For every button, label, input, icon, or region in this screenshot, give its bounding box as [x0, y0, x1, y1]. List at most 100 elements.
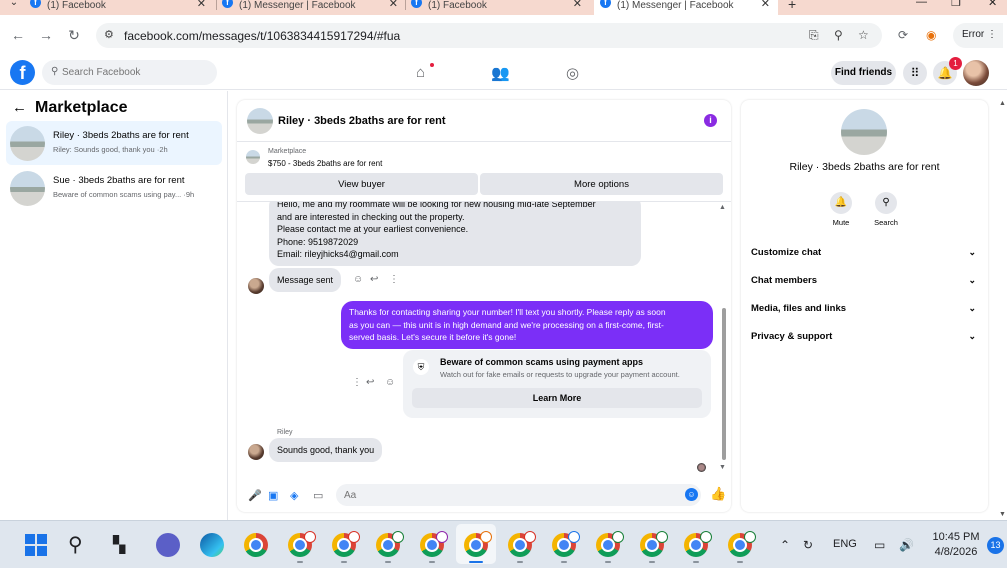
- listing-avatar[interactable]: [841, 109, 887, 155]
- more-options-button[interactable]: More options: [480, 173, 723, 195]
- scroll-down-arrow-icon[interactable]: ▼: [999, 511, 1006, 518]
- react-icon[interactable]: ☺: [353, 274, 363, 285]
- message-list[interactable]: Hello, me and my roommate will be lookin…: [237, 202, 731, 480]
- window-close-icon[interactable]: ✕: [988, 0, 997, 9]
- new-tab-icon[interactable]: +: [788, 0, 796, 12]
- chat-avatar[interactable]: [247, 108, 273, 134]
- menu-grid-icon[interactable]: ⠿: [903, 61, 927, 85]
- mute-action[interactable]: 🔔 Mute: [821, 192, 861, 227]
- show-hidden-icons-chevron-icon[interactable]: ⌃: [780, 538, 790, 552]
- info-icon[interactable]: i: [704, 114, 717, 127]
- search-action[interactable]: ⚲ Search: [866, 192, 906, 227]
- photo-icon[interactable]: ▣: [268, 489, 278, 502]
- tab-search-chevron-icon[interactable]: ⌄: [6, 0, 22, 13]
- task-view-icon[interactable]: ▚: [113, 535, 125, 555]
- chrome-profile-icon[interactable]: [420, 531, 448, 557]
- find-friends-button[interactable]: Find friends: [831, 61, 896, 85]
- account-avatar[interactable]: [963, 60, 989, 86]
- system-clock[interactable]: 10:45 PM 4/8/2026: [928, 530, 984, 560]
- chrome-profile-icon[interactable]: [640, 531, 668, 557]
- react-icon[interactable]: ☺: [385, 377, 395, 388]
- profile-icon[interactable]: ◉: [926, 28, 936, 42]
- groups-icon[interactable]: ◎: [566, 64, 579, 82]
- windows-start-icon[interactable]: [25, 534, 47, 556]
- facebook-search[interactable]: ⚲: [42, 60, 217, 85]
- facebook-search-input[interactable]: [62, 64, 212, 81]
- extension-icon[interactable]: ⟳: [898, 28, 908, 42]
- zoom-icon[interactable]: ⚲: [834, 28, 843, 42]
- conversation-item-riley[interactable]: Riley · 3beds 2baths are for rent Riley:…: [6, 121, 222, 165]
- thumbs-up-icon[interactable]: 👍: [710, 486, 726, 502]
- scroll-up-arrow-icon[interactable]: ▲: [719, 204, 726, 211]
- browser-tab-3[interactable]: f (1) Facebook ✕: [411, 0, 586, 15]
- reply-icon[interactable]: ↩: [366, 377, 374, 388]
- star-icon[interactable]: ☆: [858, 28, 869, 42]
- error-button[interactable]: Error ⋮: [953, 23, 1003, 48]
- chrome-profile-icon[interactable]: [508, 531, 536, 557]
- close-icon[interactable]: ✕: [761, 0, 770, 10]
- conversation-item-sue[interactable]: Sue · 3beds 2baths are for rent Beware o…: [6, 166, 222, 210]
- customize-chat-row[interactable]: Customize chat ⌄: [751, 247, 978, 267]
- chrome-profile-icon[interactable]: [376, 531, 404, 557]
- chrome-profile-icon[interactable]: [288, 531, 316, 557]
- microphone-icon[interactable]: 🎤: [248, 489, 262, 502]
- browser-tab-2[interactable]: f (1) Messenger | Facebook ✕: [222, 0, 402, 15]
- home-icon[interactable]: ⌂: [416, 64, 425, 81]
- chrome-icon[interactable]: [244, 533, 268, 557]
- close-icon[interactable]: ✕: [389, 0, 398, 10]
- reload-icon[interactable]: ↻: [66, 27, 82, 44]
- url-text[interactable]: facebook.com/messages/t/1063834415917294…: [124, 29, 400, 43]
- omnibox[interactable]: ⚙ facebook.com/messages/t/10638344159172…: [96, 23, 882, 48]
- emoji-icon[interactable]: ☺: [685, 488, 698, 501]
- media-files-links-row[interactable]: Media, files and links ⌄: [751, 303, 978, 323]
- reply-icon[interactable]: ↩: [370, 274, 378, 285]
- scroll-up-arrow-icon[interactable]: ▲: [999, 100, 1006, 107]
- sticker-icon[interactable]: ◈: [290, 489, 298, 502]
- gif-icon[interactable]: ▭: [313, 489, 323, 502]
- browser-tab-1[interactable]: f (1) Facebook ✕: [30, 0, 210, 15]
- chrome-profile-icon[interactable]: [552, 531, 580, 557]
- chat-title[interactable]: Riley · 3beds 2baths are for rent: [278, 115, 446, 127]
- page-scrollbar[interactable]: ▲ ▼: [999, 100, 1007, 520]
- facebook-logo[interactable]: f: [10, 60, 35, 85]
- minimize-icon[interactable]: —: [916, 0, 927, 8]
- scroll-down-arrow-icon[interactable]: ▼: [719, 464, 726, 471]
- chat-members-row[interactable]: Chat members ⌄: [751, 275, 978, 295]
- teams-icon[interactable]: [156, 533, 180, 557]
- browser-tab-4-active[interactable]: f (1) Messenger | Facebook ✕: [594, 0, 778, 15]
- friends-icon[interactable]: 👥: [491, 64, 510, 82]
- chrome-profile-icon[interactable]: [464, 531, 492, 557]
- back-arrow-icon[interactable]: ←: [12, 99, 27, 116]
- riley-avatar[interactable]: [248, 444, 264, 460]
- view-buyer-button[interactable]: View buyer: [245, 173, 478, 195]
- site-settings-icon[interactable]: ⚙: [104, 28, 114, 41]
- sync-icon[interactable]: ↻: [803, 538, 813, 552]
- language-indicator[interactable]: ENG: [833, 538, 857, 550]
- incoming-message: Hello, me and my roommate will be lookin…: [269, 202, 641, 266]
- forward-icon[interactable]: →: [38, 27, 54, 43]
- chrome-profile-icon[interactable]: [332, 531, 360, 557]
- display-icon[interactable]: ▭: [874, 538, 885, 552]
- close-icon[interactable]: ✕: [573, 0, 582, 10]
- learn-more-button[interactable]: Learn More: [412, 388, 702, 408]
- notification-center-badge[interactable]: 13: [987, 537, 1004, 554]
- search-icon[interactable]: ⚲: [68, 532, 83, 557]
- restore-icon[interactable]: ❐: [951, 0, 961, 9]
- message-scrollbar[interactable]: [722, 308, 726, 460]
- facebook-top-bar: f ⚲ ⌂ 👥 ◎ Find friends ⠿ 🔔 1: [0, 56, 1007, 90]
- privacy-support-row[interactable]: Privacy & support ⌄: [751, 331, 978, 351]
- riley-avatar[interactable]: [248, 278, 264, 294]
- close-icon[interactable]: ✕: [197, 0, 206, 10]
- back-icon[interactable]: ←: [10, 27, 26, 43]
- volume-icon[interactable]: 🔊: [899, 538, 914, 552]
- chrome-profile-icon[interactable]: [596, 531, 624, 557]
- chrome-profile-icon[interactable]: [684, 531, 712, 557]
- message-input[interactable]: [336, 484, 701, 506]
- more-icon[interactable]: ⋮: [389, 274, 399, 285]
- edge-icon[interactable]: [200, 533, 224, 557]
- chrome-profile-icon[interactable]: [728, 531, 756, 557]
- chat-panel: Riley · 3beds 2baths are for rent i Mark…: [237, 100, 731, 512]
- more-icon[interactable]: ⋮: [352, 377, 362, 388]
- install-icon[interactable]: ⎘: [809, 28, 819, 43]
- listing-price[interactable]: $750 - 3beds 2baths are for rent: [268, 159, 382, 168]
